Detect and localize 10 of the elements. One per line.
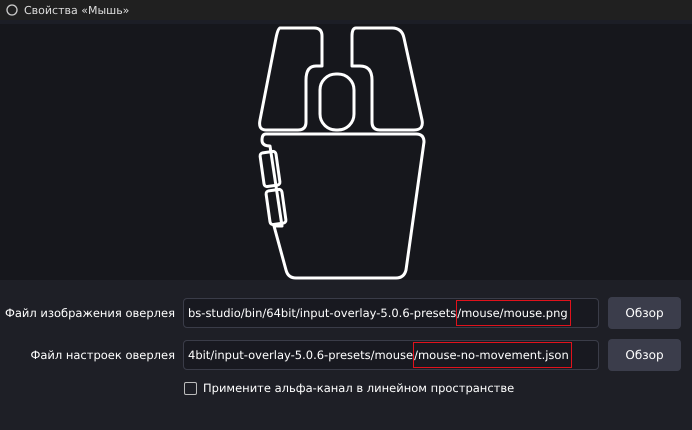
file-path-field[interactable]: bs-studio/bin/64bit/input-overlay-5.0.6-presets/mouse/mouse.png xyxy=(183,298,599,328)
checkbox[interactable] xyxy=(184,382,197,394)
file-path-field[interactable]: 4bit/input-overlay-5.0.6-presets/mouse/mouse-no-movement.json xyxy=(183,340,599,370)
field-label: Файл настроек оверлея xyxy=(29,348,175,362)
app-icon xyxy=(6,4,18,16)
window-title: Свойства «Мышь» xyxy=(24,4,130,16)
field-label: Файл изображения оверлея xyxy=(4,306,175,320)
checkbox-label: Примените альфа-канал в линейном пространстве xyxy=(203,381,514,395)
browse-button[interactable]: Обзор xyxy=(608,339,681,371)
browse-button[interactable]: Обзор xyxy=(608,297,681,329)
